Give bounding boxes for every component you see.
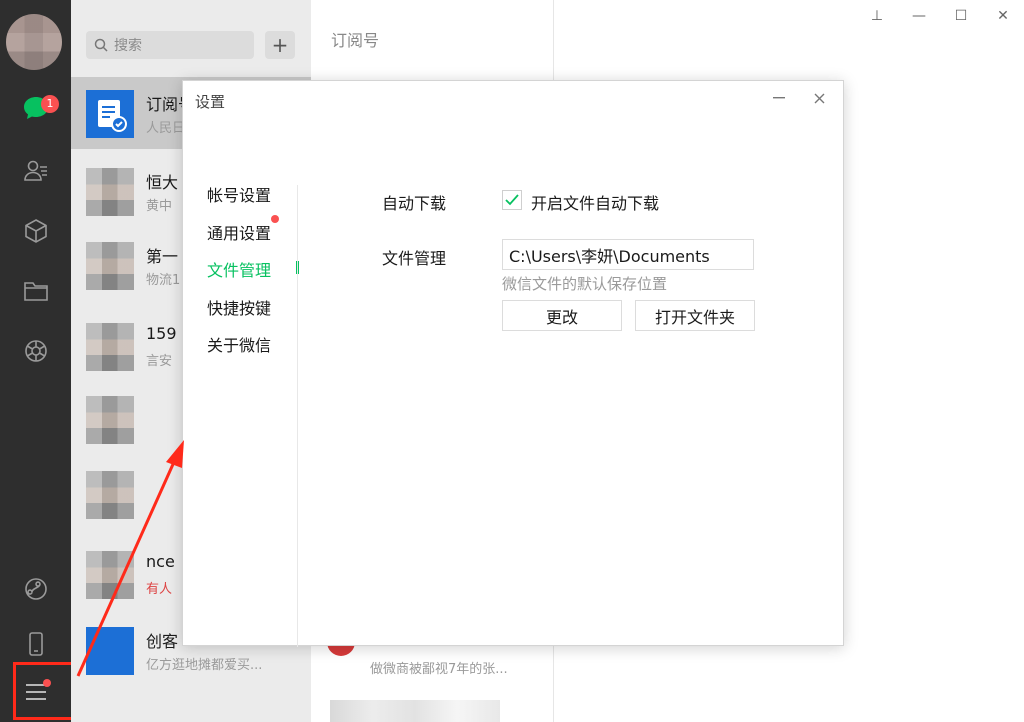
chat-avatar bbox=[86, 323, 134, 371]
nav-general-settings[interactable]: 通用设置 bbox=[207, 220, 271, 244]
mini-program-icon[interactable] bbox=[20, 573, 52, 605]
general-settings-red-dot bbox=[271, 215, 279, 223]
maximize-icon[interactable]: ☐ bbox=[940, 0, 982, 32]
close-icon[interactable]: ✕ bbox=[982, 0, 1024, 32]
dialog-title: 设置 bbox=[195, 93, 226, 111]
window-controls: ⊥ — ☐ ✕ bbox=[844, 0, 1024, 32]
nav-account-settings[interactable]: 帐号设置 bbox=[207, 182, 271, 206]
folder-icon[interactable] bbox=[20, 275, 52, 307]
chat-avatar bbox=[86, 242, 134, 290]
save-path-hint: 微信文件的默认保存位置 bbox=[502, 275, 668, 293]
auto-download-option-label[interactable]: 开启文件自动下载 bbox=[531, 190, 659, 214]
subscription-avatar bbox=[86, 90, 134, 138]
auto-download-checkbox[interactable] bbox=[502, 190, 522, 210]
minimize-icon[interactable]: — bbox=[898, 0, 940, 32]
check-icon bbox=[505, 194, 519, 206]
moments-icon[interactable] bbox=[20, 335, 52, 367]
search-icon bbox=[94, 38, 108, 52]
search-placeholder: 搜索 bbox=[114, 38, 142, 54]
pin-icon[interactable]: ⊥ bbox=[856, 0, 898, 32]
settings-dialog: 设置 帐号设置 通用设置 文件管理 快捷按键 关于微信 自动下载 开启文件自动下… bbox=[182, 80, 844, 647]
chat-row-name: 创客 bbox=[146, 632, 179, 651]
panel-title: 订阅号 bbox=[331, 31, 380, 50]
chat-avatar bbox=[86, 471, 134, 519]
chat-row-preview: 亿方逛地摊都爱买... bbox=[146, 658, 263, 673]
chat-row-preview: 言安 bbox=[146, 354, 173, 369]
chat-row-name: 159 bbox=[146, 324, 177, 343]
phone-icon[interactable] bbox=[20, 628, 52, 660]
article-preview[interactable]: 做微商被鄙视7年的张... bbox=[370, 658, 508, 677]
file-management-label: 文件管理 bbox=[382, 249, 447, 268]
chat-avatar bbox=[86, 627, 134, 675]
chat-row-preview: 黄中 bbox=[146, 199, 173, 214]
dialog-minimize-icon[interactable] bbox=[767, 87, 791, 109]
user-avatar[interactable] bbox=[6, 14, 62, 70]
save-path-field[interactable] bbox=[502, 239, 754, 270]
change-path-button[interactable]: 更改 bbox=[502, 300, 622, 331]
search-input[interactable]: 搜索 bbox=[86, 31, 254, 59]
nav-divider bbox=[297, 185, 298, 647]
nav-sidebar: 1 bbox=[0, 0, 71, 722]
add-chat-button[interactable]: + bbox=[265, 31, 295, 59]
chat-unread-badge: 1 bbox=[41, 95, 59, 113]
favorites-cube-icon[interactable] bbox=[20, 215, 52, 247]
chat-row-preview: 人民日 bbox=[146, 121, 186, 136]
annotation-highlight-box bbox=[13, 662, 80, 720]
chat-avatar bbox=[86, 551, 134, 599]
chat-row-name: nce bbox=[146, 552, 175, 571]
chat-avatar bbox=[86, 168, 134, 216]
blurred-content bbox=[330, 700, 500, 722]
nav-file-management[interactable]: 文件管理 bbox=[207, 257, 271, 281]
auto-download-label: 自动下载 bbox=[382, 194, 447, 213]
dialog-close-icon[interactable] bbox=[807, 87, 831, 109]
chat-avatar bbox=[86, 396, 134, 444]
chat-row-preview: 物流1 bbox=[146, 273, 181, 288]
contacts-icon[interactable] bbox=[20, 155, 52, 187]
chat-row-preview: 有人 bbox=[146, 582, 173, 597]
open-folder-button[interactable]: 打开文件夹 bbox=[635, 300, 755, 331]
chat-row-name: 恒大 bbox=[146, 173, 179, 192]
nav-about[interactable]: 关于微信 bbox=[207, 332, 271, 356]
chat-row-name: 第一 bbox=[146, 247, 179, 266]
nav-shortcuts[interactable]: 快捷按键 bbox=[207, 295, 271, 319]
